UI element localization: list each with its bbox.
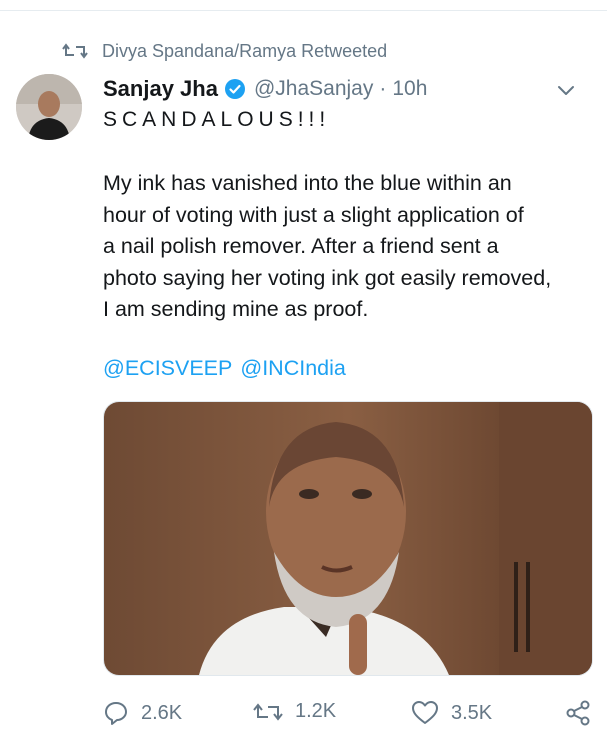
avatar[interactable] xyxy=(16,74,82,140)
verified-badge-icon xyxy=(224,79,245,99)
tweet-time[interactable]: 10h xyxy=(392,77,427,101)
tweet-body-line: hour of voting with just a slight applic… xyxy=(103,202,524,227)
mention-link-incindia[interactable]: @INCIndia xyxy=(240,356,345,381)
avatar-image xyxy=(16,74,82,140)
author-handle[interactable]: @JhaSanjay xyxy=(254,77,373,101)
retweet-icon xyxy=(253,702,283,721)
tweet-body-line: a nail polish remover. After a friend se… xyxy=(103,234,499,258)
author-name[interactable]: Sanjay Jha xyxy=(103,76,218,102)
retweet-context[interactable]: Divya Spandana/Ramya Retweeted xyxy=(62,40,387,62)
like-button[interactable]: 3.5K xyxy=(411,700,492,726)
tweet-actions: 2.6K 1.2K 3.5K xyxy=(103,700,593,730)
reply-count: 2.6K xyxy=(141,701,183,724)
top-divider xyxy=(0,10,607,11)
reply-icon xyxy=(105,702,127,725)
tweet-mentions: @ECISVEEP @INCIndia xyxy=(103,356,346,381)
tweet-header: Sanjay Jha @JhaSanjay · 10h xyxy=(103,73,593,105)
share-icon xyxy=(566,700,590,726)
tweet-body-line: I am sending mine as proof. xyxy=(103,297,369,321)
heart-icon xyxy=(412,701,438,724)
retweet-count: 1.2K xyxy=(295,700,337,722)
mention-link-ecisveep[interactable]: @ECISVEEP xyxy=(103,356,232,381)
photo-man-showing-finger xyxy=(104,402,592,675)
tweet-body: My ink has vanished into the blue within… xyxy=(103,168,598,326)
like-count: 3.5K xyxy=(451,701,493,724)
tweet-media-photo[interactable] xyxy=(103,401,593,676)
retweet-button[interactable]: 1.2K xyxy=(253,700,336,723)
tweet-body-line: My ink has vanished into the blue within… xyxy=(103,171,512,195)
chevron-down-icon[interactable] xyxy=(555,79,577,101)
retweet-label: Divya Spandana/Ramya Retweeted xyxy=(102,40,388,61)
reply-button[interactable]: 2.6K xyxy=(103,700,182,726)
retweet-icon xyxy=(62,43,88,59)
tweet-body-line: photo saying her voting ink got easily r… xyxy=(103,265,552,290)
share-button[interactable] xyxy=(565,700,603,726)
separator-dot: · xyxy=(379,77,387,100)
tweet-headline: SCANDALOUS!!! xyxy=(103,108,331,131)
